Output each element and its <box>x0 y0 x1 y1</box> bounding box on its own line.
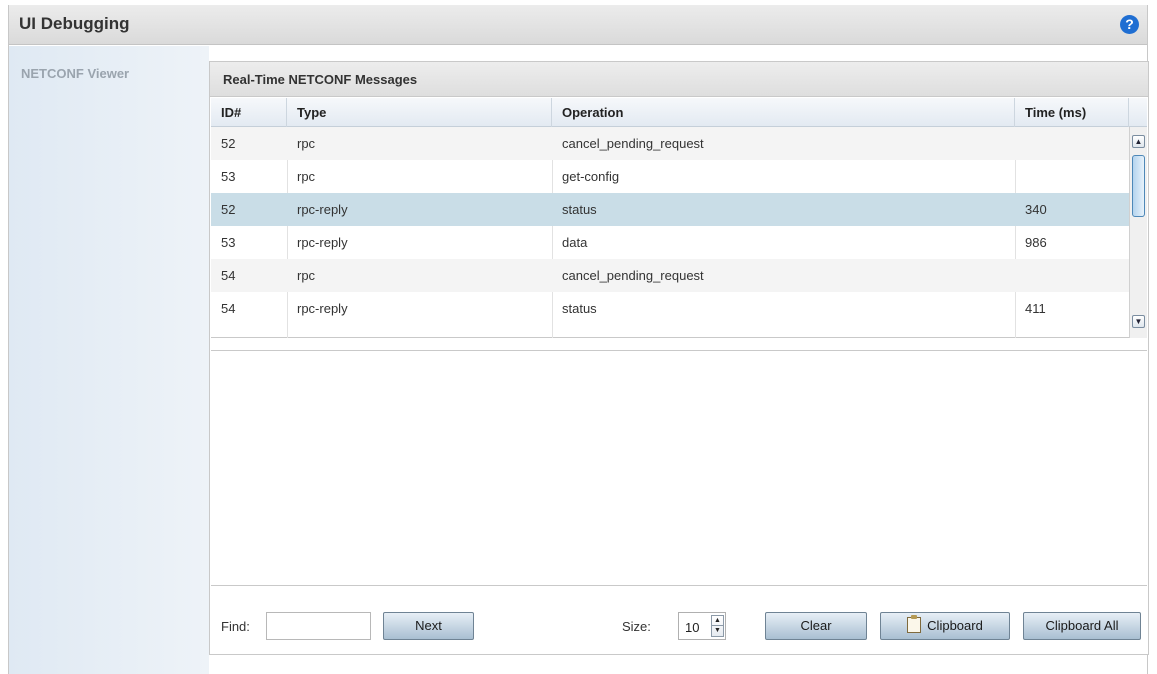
clipboard-label: Clipboard <box>927 618 983 633</box>
table-row[interactable]: 53 rpc get-config <box>211 160 1129 193</box>
cell-id: 54 <box>221 301 236 316</box>
cell-type: rpc-reply <box>297 202 348 217</box>
spin-up-icon[interactable]: ▲ <box>712 616 723 626</box>
cell-operation: status <box>562 301 597 316</box>
sidebar-item-netconf-viewer[interactable]: NETCONF Viewer <box>21 66 129 81</box>
help-icon[interactable]: ? <box>1120 15 1139 34</box>
messages-table: ID# Type Operation Time (ms) 52 rpc canc… <box>211 98 1147 338</box>
page-title: UI Debugging <box>19 14 130 33</box>
cell-id: 53 <box>221 235 236 250</box>
size-label: Size: <box>622 619 651 634</box>
cell-time <box>1015 160 1025 193</box>
main-content: Real-Time NETCONF Messages ID# Type Oper… <box>209 46 1149 656</box>
clipboard-button[interactable]: Clipboard <box>880 612 1010 640</box>
column-header-type[interactable]: Type <box>287 98 552 127</box>
title-bar: UI Debugging ? <box>9 5 1147 45</box>
cell-id: 52 <box>221 202 236 217</box>
find-input[interactable] <box>266 612 371 640</box>
cell-type: rpc <box>297 169 316 184</box>
cell-time <box>1015 259 1025 292</box>
cell-type: rpc <box>297 268 316 283</box>
panel-header: Real-Time NETCONF Messages <box>210 62 1148 97</box>
cell-id: 53 <box>221 169 236 184</box>
footer-toolbar: Find: Next Size: 10 ▲ ▼ Clear Clipboard … <box>210 594 1148 654</box>
column-header-time[interactable]: Time (ms) <box>1015 98 1129 127</box>
netconf-messages-panel: Real-Time NETCONF Messages ID# Type Oper… <box>209 61 1149 655</box>
cell-time: 340 <box>1025 202 1047 217</box>
scroll-up-icon[interactable]: ▲ <box>1132 135 1145 148</box>
next-button[interactable]: Next <box>383 612 474 640</box>
size-stepper[interactable]: 10 ▲ ▼ <box>678 612 726 640</box>
table-header: ID# Type Operation Time (ms) <box>211 98 1147 127</box>
cell-time: 986 <box>1025 235 1047 250</box>
table-row[interactable]: 54 rpc cancel_pending_request <box>211 259 1129 292</box>
size-spinner[interactable]: ▲ ▼ <box>711 615 724 637</box>
cell-type: rpc-reply <box>297 235 348 250</box>
cell-operation: get-config <box>562 169 620 184</box>
clipboard-icon <box>907 615 922 633</box>
cell-operation: data <box>562 235 588 250</box>
size-value: 10 <box>685 620 700 635</box>
cell-time <box>1015 127 1025 160</box>
column-header-operation[interactable]: Operation <box>552 98 1015 127</box>
find-label: Find: <box>221 619 250 634</box>
cell-id: 52 <box>221 136 236 151</box>
column-header-id[interactable]: ID# <box>211 98 287 127</box>
table-scrollbar[interactable]: ▲ ▼ <box>1129 127 1147 338</box>
cell-operation: cancel_pending_request <box>562 136 704 151</box>
ui-debugging-window: UI Debugging ? NETCONF Viewer Real-Time … <box>8 5 1149 674</box>
spin-down-icon[interactable]: ▼ <box>712 626 723 636</box>
scroll-thumb[interactable] <box>1132 155 1145 217</box>
table-row-selected[interactable]: 52 rpc-reply status 340 <box>211 193 1129 226</box>
table-row[interactable]: 53 rpc-reply data 986 <box>211 226 1129 259</box>
cell-time: 411 <box>1025 301 1046 316</box>
clipboard-all-button[interactable]: Clipboard All <box>1023 612 1141 640</box>
table-row[interactable]: 52 rpc cancel_pending_request <box>211 127 1129 160</box>
panel-title: Real-Time NETCONF Messages <box>223 72 418 87</box>
scroll-down-icon[interactable]: ▼ <box>1132 315 1145 328</box>
table-row[interactable]: 54 rpc-reply status 411 <box>211 292 1129 325</box>
message-detail-area[interactable] <box>211 350 1147 586</box>
sidebar: NETCONF Viewer <box>9 46 209 674</box>
cell-type: rpc-reply <box>297 301 348 316</box>
clear-button[interactable]: Clear <box>765 612 867 640</box>
cell-type: rpc <box>297 136 316 151</box>
cell-id: 54 <box>221 268 236 283</box>
cell-operation: status <box>562 202 597 217</box>
cell-operation: cancel_pending_request <box>562 268 704 283</box>
